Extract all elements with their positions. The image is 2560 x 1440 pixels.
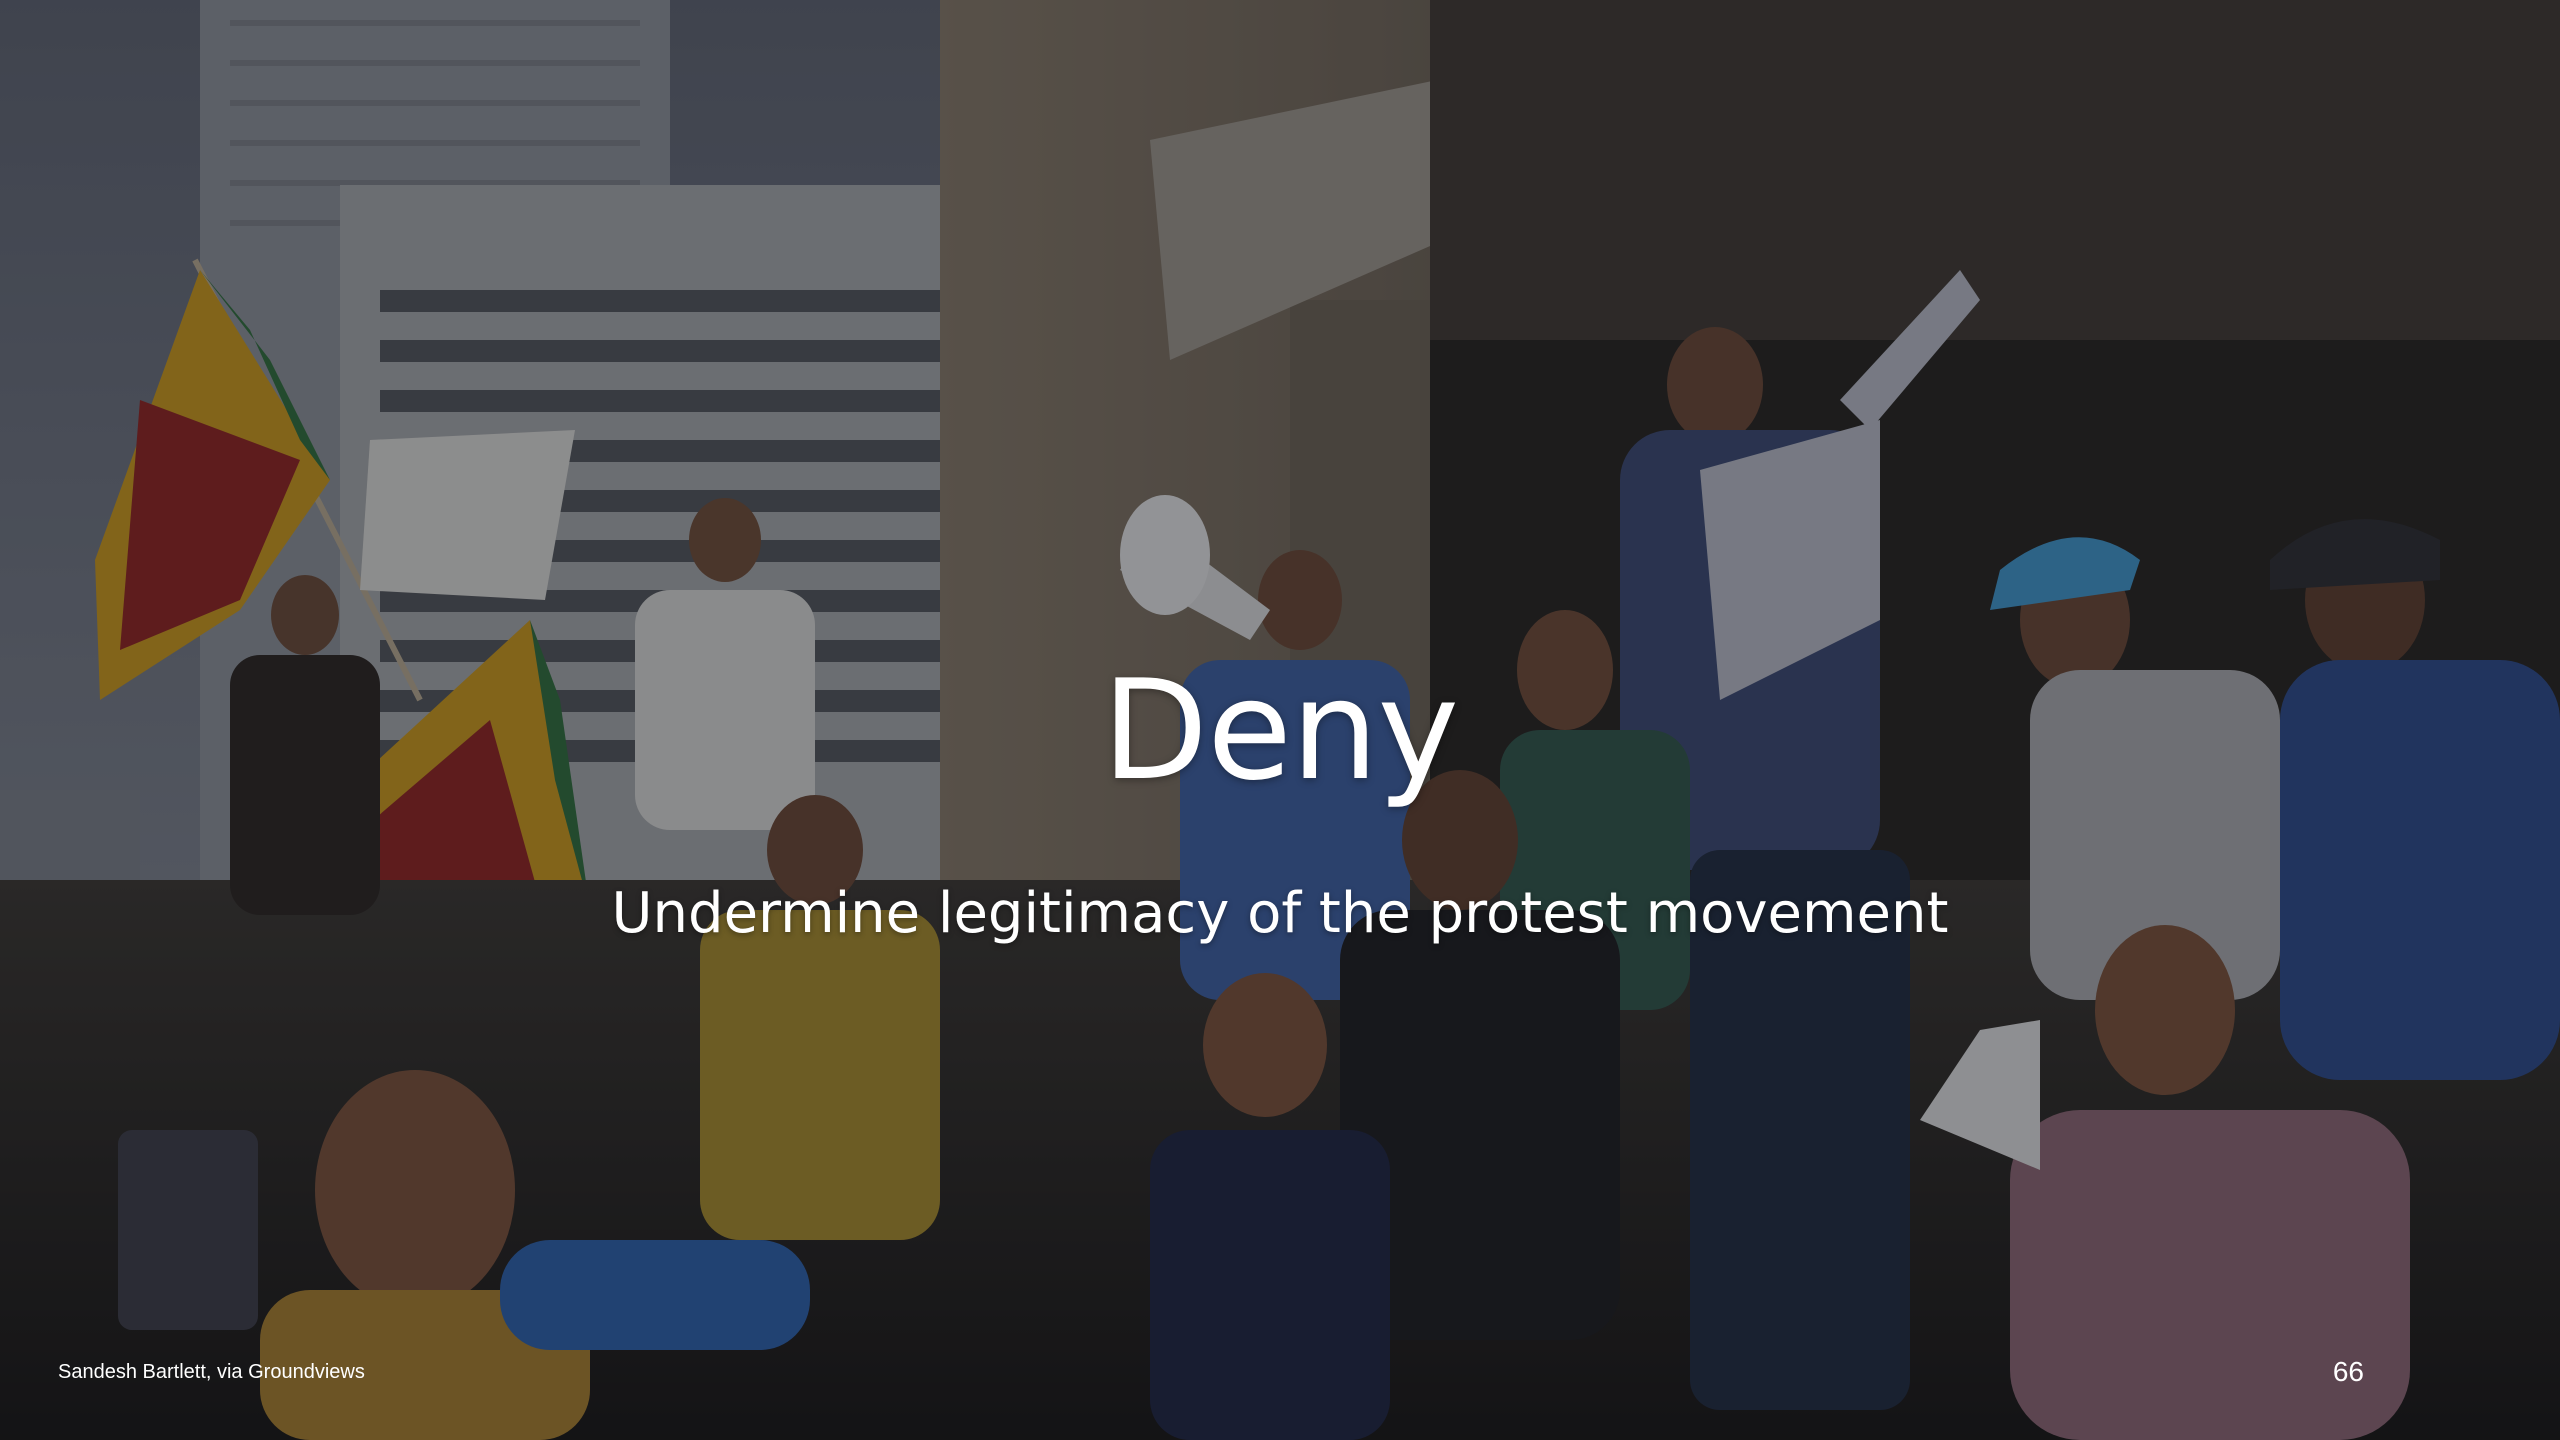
slide: Deny Undermine legitimacy of the protest… [0,0,2560,1440]
slide-subtitle: Undermine legitimacy of the protest move… [611,881,1949,946]
slide-number: 66 [2332,1356,2364,1387]
photo-credit: Sandesh Bartlett, via Groundviews [58,1361,365,1383]
slide-title: Deny [1101,650,1459,811]
